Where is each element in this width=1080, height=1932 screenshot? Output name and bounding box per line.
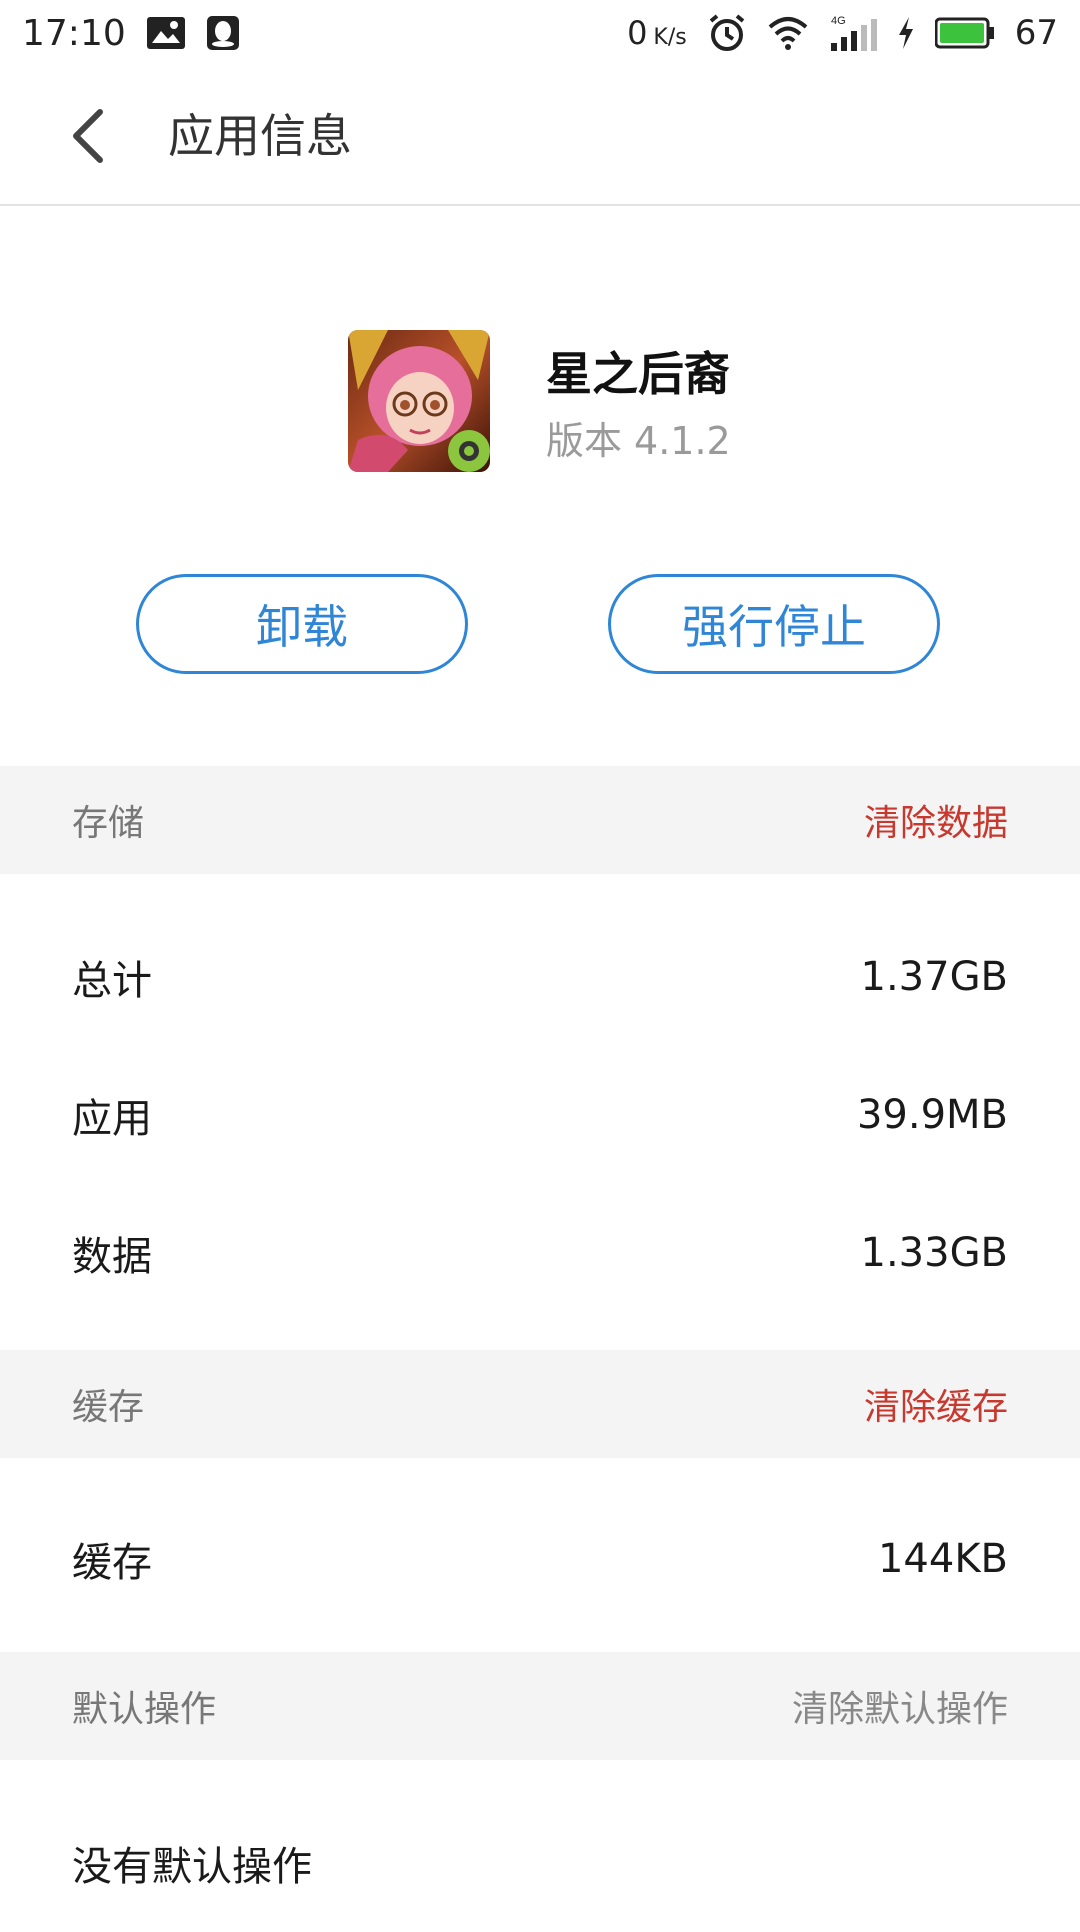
row-label: 总计 <box>72 958 152 1004</box>
back-button[interactable] <box>52 96 124 176</box>
cache-section-title: 缓存 <box>72 1387 145 1428</box>
row-label: 没有默认操作 <box>72 1844 312 1890</box>
status-right: 0 K/s 4G 67 <box>627 13 1058 53</box>
status-time: 17:10 <box>22 12 126 54</box>
version-number: 4.1.2 <box>634 419 731 463</box>
row-value: 144KB <box>877 1536 1008 1582</box>
status-left: 17:10 <box>22 13 240 54</box>
clear-cache-button[interactable]: 清除缓存 <box>864 1378 1008 1430</box>
row-value: 39.9MB <box>856 1092 1008 1138</box>
defaults-section-header: 默认操作 清除默认操作 <box>0 1652 1080 1760</box>
net-speed: 0 K/s <box>627 14 687 52</box>
force-stop-button[interactable]: 强行停止 <box>608 574 940 674</box>
row-value: 1.37GB <box>860 954 1009 1000</box>
row-label: 应用 <box>72 1096 152 1142</box>
net-speed-unit: K/s <box>653 25 687 50</box>
cache-section-header: 缓存 清除缓存 <box>0 1350 1080 1458</box>
defaults-row: 没有默认操作 <box>0 1794 1080 1932</box>
row-label: 缓存 <box>72 1540 152 1586</box>
storage-row-app: 应用 39.9MB <box>0 1046 1080 1184</box>
storage-section-title: 存储 <box>72 803 145 844</box>
alarm-icon <box>707 13 747 53</box>
uninstall-button[interactable]: 卸载 <box>136 574 468 674</box>
storage-row-data: 数据 1.33GB <box>0 1184 1080 1322</box>
net-speed-value: 0 <box>627 14 648 52</box>
clear-data-button[interactable]: 清除数据 <box>864 794 1008 846</box>
app-name: 星之后裔 <box>546 347 730 401</box>
charging-icon <box>897 16 915 50</box>
row-label: 数据 <box>72 1234 152 1280</box>
status-bar: 17:10 0 K/s 4G 67 <box>0 0 1080 66</box>
page-title: 应用信息 <box>168 109 352 163</box>
defaults-section-title: 默认操作 <box>72 1689 217 1730</box>
cache-row: 缓存 144KB <box>0 1490 1080 1628</box>
title-bar: 应用信息 <box>0 66 1080 206</box>
app-icon <box>348 330 490 472</box>
row-value: 1.33GB <box>860 1230 1009 1276</box>
storage-row-total: 总计 1.37GB <box>0 908 1080 1046</box>
version-prefix: 版本 <box>546 419 623 463</box>
app-header: 星之后裔 版本 4.1.2 卸载 强行停止 <box>0 206 1080 766</box>
clear-defaults-button[interactable]: 清除默认操作 <box>792 1680 1008 1732</box>
app-version: 版本 4.1.2 <box>546 416 731 466</box>
battery-icon <box>934 17 995 49</box>
battery-level: 67 <box>1014 13 1058 53</box>
wifi-icon <box>767 15 809 51</box>
back-arrow-icon <box>73 109 103 163</box>
network-type-label: 4G <box>831 15 846 27</box>
cellular-signal-icon: 4G <box>829 13 877 53</box>
storage-section-header: 存储 清除数据 <box>0 766 1080 874</box>
qq-notification-icon <box>206 15 240 51</box>
image-notification-icon <box>146 16 186 50</box>
